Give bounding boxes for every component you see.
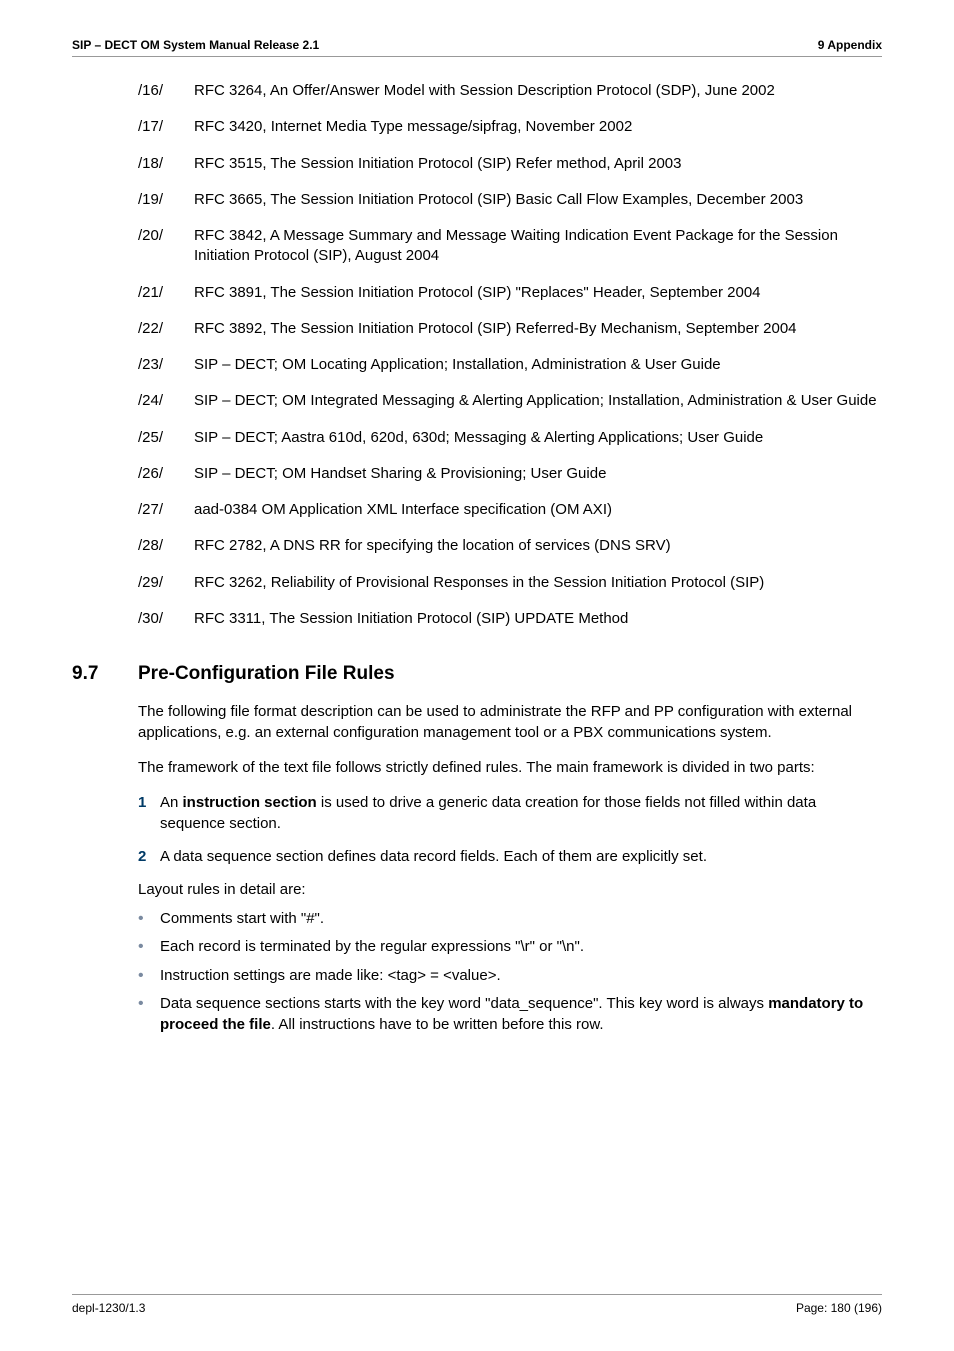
reference-item: /16/RFC 3264, An Offer/Answer Model with… — [138, 81, 882, 101]
reference-text: RFC 3262, Reliability of Provisional Res… — [194, 573, 882, 593]
reference-text: RFC 3665, The Session Initiation Protoco… — [194, 190, 882, 210]
reference-number: /20/ — [138, 226, 194, 267]
footer-left: depl-1230/1.3 — [72, 1301, 145, 1315]
bullet-item: •Instruction settings are made like: <ta… — [138, 965, 882, 987]
paragraph: The following file format description ca… — [138, 701, 882, 743]
bullet-icon: • — [138, 936, 160, 958]
numbered-item: 2A data sequence section defines data re… — [138, 846, 882, 867]
bullet-icon: • — [138, 965, 160, 987]
reference-number: /23/ — [138, 355, 194, 375]
reference-item: /21/RFC 3891, The Session Initiation Pro… — [138, 283, 882, 303]
bullet-item: •Data sequence sections starts with the … — [138, 993, 882, 1035]
reference-item: /27/aad-0384 OM Application XML Interfac… — [138, 500, 882, 520]
header-left: SIP – DECT OM System Manual Release 2.1 — [72, 38, 319, 52]
bullet-text: Instruction settings are made like: <tag… — [160, 965, 882, 987]
section-heading: 9.7 Pre-Configuration File Rules — [72, 663, 882, 685]
reference-number: /19/ — [138, 190, 194, 210]
numbered-list: 1An instruction section is used to drive… — [138, 792, 882, 867]
reference-item: /19/RFC 3665, The Session Initiation Pro… — [138, 190, 882, 210]
numbered-item: 1An instruction section is used to drive… — [138, 792, 882, 834]
reference-number: /16/ — [138, 81, 194, 101]
reference-number: /28/ — [138, 536, 194, 556]
reference-number: /18/ — [138, 154, 194, 174]
reference-text: SIP – DECT; OM Handset Sharing & Provisi… — [194, 464, 882, 484]
numbered-marker: 1 — [138, 792, 160, 834]
reference-item: /23/SIP – DECT; OM Locating Application;… — [138, 355, 882, 375]
numbered-marker: 2 — [138, 846, 160, 867]
reference-number: /21/ — [138, 283, 194, 303]
reference-text: RFC 3515, The Session Initiation Protoco… — [194, 154, 882, 174]
reference-text: RFC 3420, Internet Media Type message/si… — [194, 117, 882, 137]
bullet-item: •Comments start with "#". — [138, 908, 882, 930]
reference-number: /25/ — [138, 428, 194, 448]
reference-text: RFC 3842, A Message Summary and Message … — [194, 226, 882, 267]
reference-text: aad-0384 OM Application XML Interface sp… — [194, 500, 882, 520]
reference-item: /25/SIP – DECT; Aastra 610d, 620d, 630d;… — [138, 428, 882, 448]
reference-number: /26/ — [138, 464, 194, 484]
reference-text: RFC 3891, The Session Initiation Protoco… — [194, 283, 882, 303]
references-list: /16/RFC 3264, An Offer/Answer Model with… — [138, 81, 882, 629]
reference-number: /27/ — [138, 500, 194, 520]
bullet-text: Comments start with "#". — [160, 908, 882, 930]
reference-number: /29/ — [138, 573, 194, 593]
reference-text: RFC 2782, A DNS RR for specifying the lo… — [194, 536, 882, 556]
reference-number: /24/ — [138, 391, 194, 411]
bullet-list: •Comments start with "#".•Each record is… — [138, 908, 882, 1035]
reference-text: SIP – DECT; OM Integrated Messaging & Al… — [194, 391, 882, 411]
reference-item: /20/RFC 3842, A Message Summary and Mess… — [138, 226, 882, 267]
section-title: Pre-Configuration File Rules — [138, 663, 395, 685]
bullet-icon: • — [138, 908, 160, 930]
bullet-icon: • — [138, 993, 160, 1035]
bullet-text: Data sequence sections starts with the k… — [160, 993, 882, 1035]
reference-number: /30/ — [138, 609, 194, 629]
reference-number: /22/ — [138, 319, 194, 339]
header-right: 9 Appendix — [818, 38, 882, 52]
reference-text: SIP – DECT; Aastra 610d, 620d, 630d; Mes… — [194, 428, 882, 448]
reference-item: /22/RFC 3892, The Session Initiation Pro… — [138, 319, 882, 339]
page-footer: depl-1230/1.3 Page: 180 (196) — [72, 1294, 882, 1315]
reference-item: /28/RFC 2782, A DNS RR for specifying th… — [138, 536, 882, 556]
reference-item: /30/RFC 3311, The Session Initiation Pro… — [138, 609, 882, 629]
reference-item: /29/RFC 3262, Reliability of Provisional… — [138, 573, 882, 593]
reference-item: /24/SIP – DECT; OM Integrated Messaging … — [138, 391, 882, 411]
numbered-text: An instruction section is used to drive … — [160, 792, 882, 834]
footer-right: Page: 180 (196) — [796, 1301, 882, 1315]
paragraph: The framework of the text file follows s… — [138, 757, 882, 778]
reference-text: RFC 3892, The Session Initiation Protoco… — [194, 319, 882, 339]
page-header: SIP – DECT OM System Manual Release 2.1 … — [72, 38, 882, 57]
section-number: 9.7 — [72, 663, 138, 685]
bullet-text: Each record is terminated by the regular… — [160, 936, 882, 958]
reference-text: SIP – DECT; OM Locating Application; Ins… — [194, 355, 882, 375]
reference-item: /17/RFC 3420, Internet Media Type messag… — [138, 117, 882, 137]
reference-text: RFC 3264, An Offer/Answer Model with Ses… — [194, 81, 882, 101]
paragraph: Layout rules in detail are: — [138, 879, 882, 900]
reference-number: /17/ — [138, 117, 194, 137]
numbered-text: A data sequence section defines data rec… — [160, 846, 882, 867]
reference-text: RFC 3311, The Session Initiation Protoco… — [194, 609, 882, 629]
bullet-item: •Each record is terminated by the regula… — [138, 936, 882, 958]
reference-item: /26/SIP – DECT; OM Handset Sharing & Pro… — [138, 464, 882, 484]
reference-item: /18/RFC 3515, The Session Initiation Pro… — [138, 154, 882, 174]
